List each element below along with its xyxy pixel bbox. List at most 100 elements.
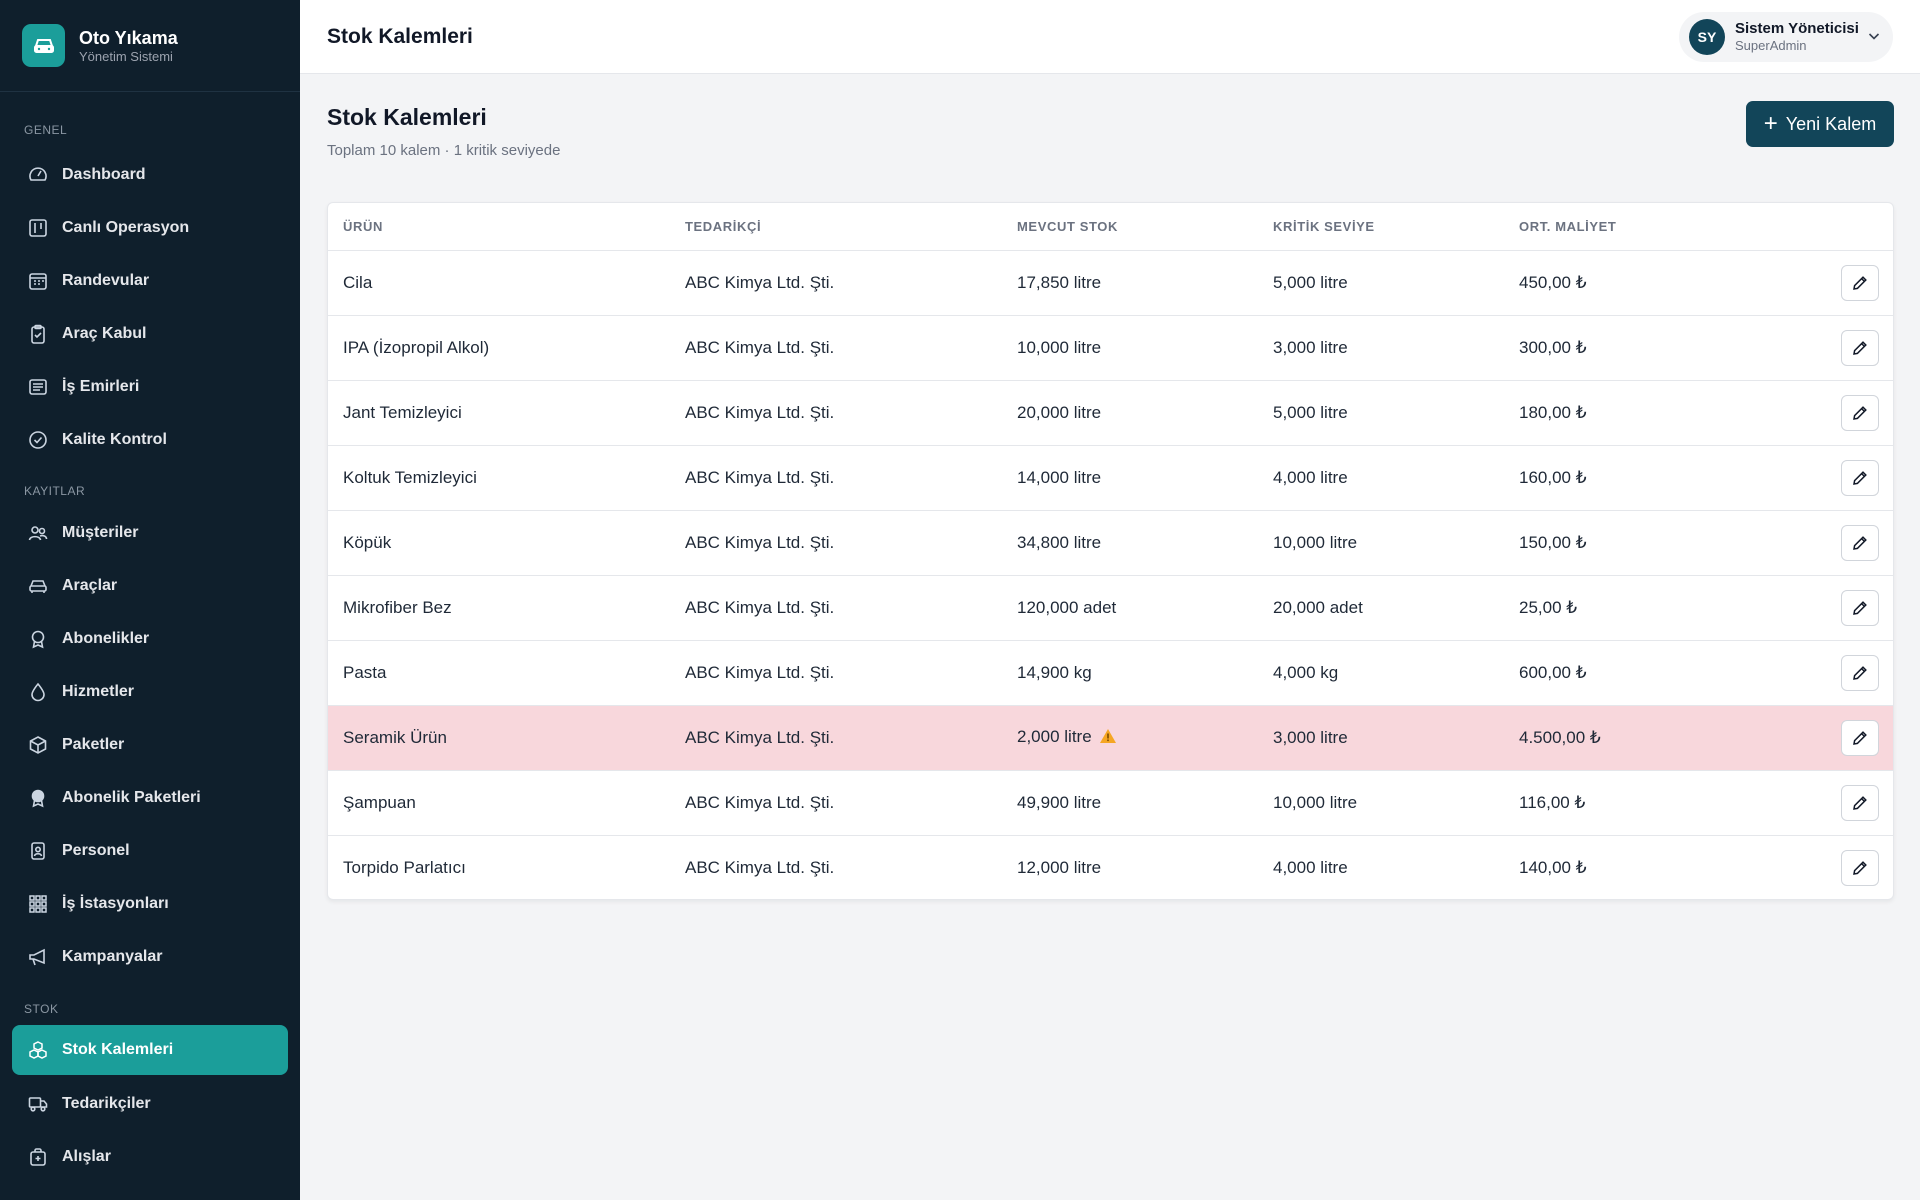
nav-section-kayitlar: KAYITLAR xyxy=(24,484,86,498)
award-icon xyxy=(27,787,49,809)
cell-product-text: Mikrofiber Bez xyxy=(343,597,452,617)
page-subtitle: Toplam 10 kalem · 1 kritik seviyede xyxy=(327,142,561,159)
sidebar-item-arac-kabul[interactable]: Araç Kabul xyxy=(12,309,288,359)
edit-button[interactable] xyxy=(1841,524,1879,561)
cell-supplier-text: ABC Kimya Ltd. Şti. xyxy=(685,727,835,747)
new-item-button[interactable]: + Yeni Kalem xyxy=(1746,101,1894,147)
cell-product-text: IPA (İzopropil Alkol) xyxy=(343,337,490,357)
cell-current-stock-text: 14,900 kg xyxy=(1017,662,1092,682)
cell-current-stock: 14,900 kg xyxy=(1017,640,1273,706)
sidebar-item-is-istasyonlari[interactable]: İş İstasyonları xyxy=(12,879,288,929)
sidebar-item-dashboard[interactable]: Dashboard xyxy=(12,150,288,200)
sidebar-item-tedarikciler[interactable]: Tedarikçiler xyxy=(12,1079,288,1129)
edit-button[interactable] xyxy=(1841,394,1879,431)
cell-critical-level: 3,000 litre xyxy=(1273,705,1519,771)
top-header: Stok Kalemleri SY Sistem Yöneticisi Supe… xyxy=(300,0,1920,74)
cell-product: Seramik Ürün xyxy=(328,705,685,771)
cell-product-text: Şampuan xyxy=(343,792,416,812)
sidebar-item-hizmetler[interactable]: Hizmetler xyxy=(12,667,288,717)
nav-section-stok: STOK xyxy=(24,1002,59,1016)
edit-button[interactable] xyxy=(1841,719,1879,756)
table-row: Şampuan ABC Kimya Ltd. Şti. 49,900 litre 10… xyxy=(328,770,1893,836)
cell-avg-cost: 600,00 ₺ xyxy=(1519,640,1765,706)
column-header-avg-cost: ORT. MALİYET xyxy=(1519,203,1765,251)
cell-supplier-text: ABC Kimya Ltd. Şti. xyxy=(685,272,835,292)
column-header-supplier: TEDARİKÇİ xyxy=(685,203,1017,251)
table-row: Cila ABC Kimya Ltd. Şti. 17,850 litre 5,000… xyxy=(328,250,1893,316)
cell-supplier-text: ABC Kimya Ltd. Şti. xyxy=(685,337,835,357)
cell-critical-level-text: 3,000 litre xyxy=(1273,337,1348,357)
cell-product-text: Köpük xyxy=(343,532,392,552)
edit-button[interactable] xyxy=(1841,849,1879,886)
sidebar-item-stok-kalemleri[interactable]: Stok Kalemleri xyxy=(12,1025,288,1075)
chevron-down-icon xyxy=(1867,29,1881,48)
pencil-icon xyxy=(1851,859,1869,877)
sidebar-item-paketler[interactable]: Paketler xyxy=(12,720,288,770)
cell-avg-cost-text: 150,00 ₺ xyxy=(1519,532,1587,552)
cell-critical-level: 4,000 litre xyxy=(1273,445,1519,511)
cell-current-stock: 10,000 litre xyxy=(1017,315,1273,381)
cell-supplier-text: ABC Kimya Ltd. Şti. xyxy=(685,792,835,812)
sidebar-item-abonelikler[interactable]: Abonelikler xyxy=(12,614,288,664)
sidebar-item-musteriler[interactable]: Müşteriler xyxy=(12,508,288,558)
sidebar-item-label: İş İstasyonları xyxy=(62,895,169,912)
cell-supplier: ABC Kimya Ltd. Şti. xyxy=(685,445,1017,511)
cell-avg-cost: 160,00 ₺ xyxy=(1519,445,1765,511)
bag-plus-icon xyxy=(27,1146,49,1168)
sidebar-item-label: Müşteriler xyxy=(62,524,139,541)
stock-table-card: ÜRÜN TEDARİKÇİ MEVCUT STOK KRİTİK SEVİYE… xyxy=(327,202,1894,900)
cell-critical-level: 3,000 litre xyxy=(1273,315,1519,381)
sidebar-item-label: Canlı Operasyon xyxy=(62,219,190,236)
droplet-icon xyxy=(27,681,49,703)
edit-button[interactable] xyxy=(1841,784,1879,821)
pencil-icon xyxy=(1851,599,1869,617)
cell-avg-cost-text: 4.500,00 ₺ xyxy=(1519,727,1601,747)
cell-avg-cost-text: 180,00 ₺ xyxy=(1519,402,1587,422)
cell-avg-cost-text: 600,00 ₺ xyxy=(1519,662,1587,682)
warning-icon xyxy=(1099,728,1117,749)
cell-supplier: ABC Kimya Ltd. Şti. xyxy=(685,705,1017,771)
edit-button[interactable] xyxy=(1841,329,1879,366)
cell-avg-cost: 450,00 ₺ xyxy=(1519,250,1765,316)
sidebar-item-canli-operasyon[interactable]: Canlı Operasyon xyxy=(12,203,288,253)
table-header-row: ÜRÜN TEDARİKÇİ MEVCUT STOK KRİTİK SEVİYE… xyxy=(328,203,1893,251)
edit-button[interactable] xyxy=(1841,459,1879,496)
calendar-icon xyxy=(27,270,49,292)
edit-button[interactable] xyxy=(1841,589,1879,626)
pencil-icon xyxy=(1851,664,1869,682)
edit-button[interactable] xyxy=(1841,264,1879,301)
cell-current-stock-text: 49,900 litre xyxy=(1017,792,1102,812)
sidebar-item-kalite-kontrol[interactable]: Kalite Kontrol xyxy=(12,415,288,465)
sidebar-item-alislar[interactable]: Alışlar xyxy=(12,1132,288,1182)
sidebar-item-is-emirleri[interactable]: İş Emirleri xyxy=(12,362,288,412)
sidebar-item-label: Kampanyalar xyxy=(62,948,163,965)
sidebar-item-kampanyalar[interactable]: Kampanyalar xyxy=(12,932,288,982)
avatar: SY xyxy=(1689,19,1725,55)
cell-avg-cost-text: 300,00 ₺ xyxy=(1519,337,1587,357)
new-item-button-label: Yeni Kalem xyxy=(1785,113,1877,134)
sidebar-item-personel[interactable]: Personel xyxy=(12,826,288,876)
grid-icon xyxy=(27,893,49,915)
sidebar-item-abonelik-paketleri[interactable]: Abonelik Paketleri xyxy=(12,773,288,823)
pencil-icon xyxy=(1851,404,1869,422)
cell-product: IPA (İzopropil Alkol) xyxy=(328,315,685,381)
edit-button[interactable] xyxy=(1841,654,1879,691)
cell-product: Torpido Parlatıcı xyxy=(328,835,685,899)
table-row: Köpük ABC Kimya Ltd. Şti. 34,800 litre 10,0… xyxy=(328,510,1893,576)
user-menu[interactable]: SY Sistem Yöneticisi SuperAdmin xyxy=(1679,12,1893,62)
user-name: Sistem Yöneticisi xyxy=(1735,20,1859,37)
cell-actions xyxy=(1765,445,1893,511)
cell-critical-level-text: 5,000 litre xyxy=(1273,402,1348,422)
cell-current-stock: 120,000 adet xyxy=(1017,575,1273,641)
sidebar-item-randevular[interactable]: Randevular xyxy=(12,256,288,306)
cell-actions xyxy=(1765,315,1893,381)
cell-critical-level: 10,000 litre xyxy=(1273,510,1519,576)
cell-critical-level-text: 5,000 litre xyxy=(1273,272,1348,292)
kanban-icon xyxy=(27,217,49,239)
cell-critical-level-text: 20,000 adet xyxy=(1273,597,1363,617)
cell-product: Köpük xyxy=(328,510,685,576)
cell-supplier-text: ABC Kimya Ltd. Şti. xyxy=(685,467,835,487)
clipboard-check-icon xyxy=(27,323,49,345)
sidebar-item-araclar[interactable]: Araçlar xyxy=(12,561,288,611)
cell-avg-cost: 4.500,00 ₺ xyxy=(1519,705,1765,771)
